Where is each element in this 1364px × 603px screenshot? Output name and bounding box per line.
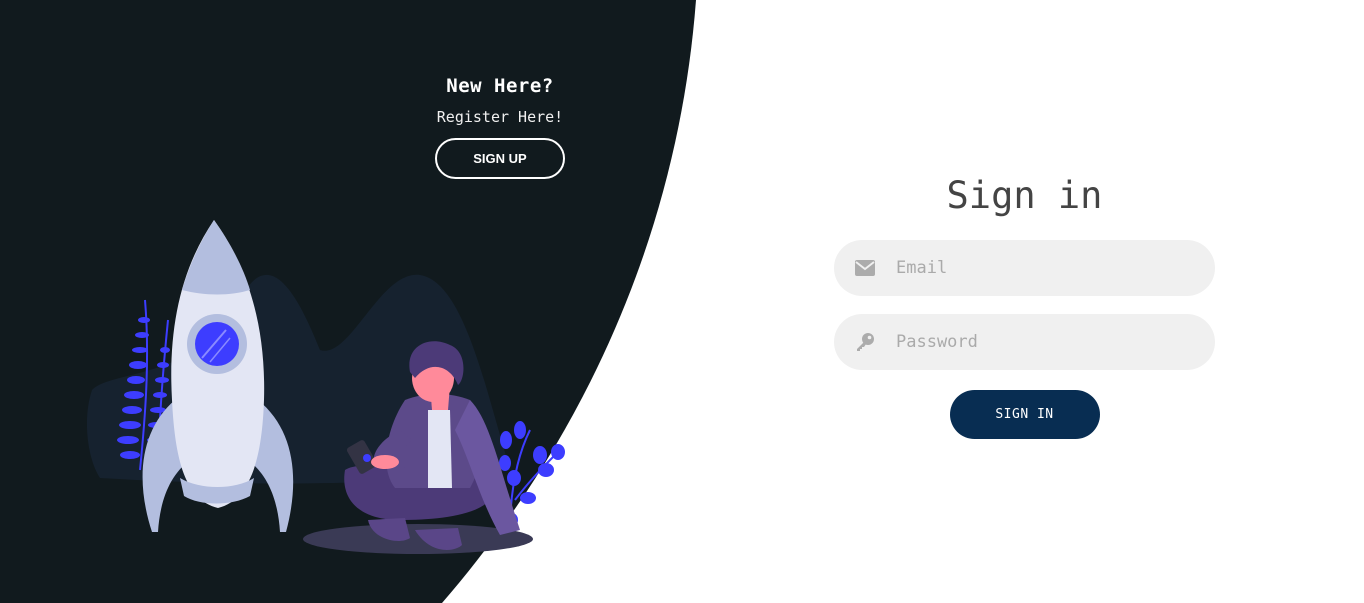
- signup-button[interactable]: SIGN UP: [435, 138, 565, 179]
- panel-subtitle: Register Here!: [436, 108, 564, 126]
- signin-button[interactable]: SIGN IN: [949, 390, 1100, 439]
- password-field-container: [834, 314, 1215, 370]
- login-page: New Here? Register Here! SIGN UP Sign in: [0, 0, 1364, 603]
- email-input[interactable]: [896, 248, 1186, 288]
- signin-form: Sign in SIGN IN: [834, 170, 1215, 439]
- signin-title: Sign in: [946, 174, 1103, 217]
- panel-title: New Here?: [446, 75, 554, 97]
- email-field-container: [834, 240, 1215, 296]
- password-input[interactable]: [896, 322, 1186, 362]
- key-icon: [834, 314, 896, 370]
- envelope-icon: [834, 240, 896, 296]
- signup-panel: New Here? Register Here! SIGN UP: [400, 72, 600, 179]
